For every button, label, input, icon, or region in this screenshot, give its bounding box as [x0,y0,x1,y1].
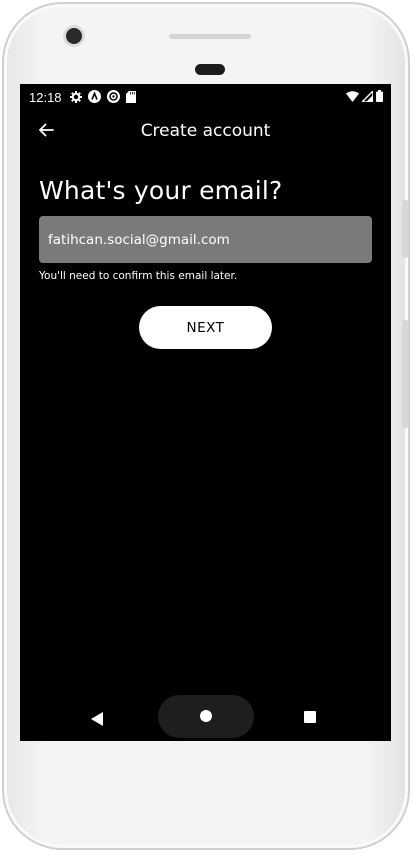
status-notification-icons [70,90,136,106]
app-bar: Create account [20,114,391,150]
sd-card-icon [126,90,136,106]
at-circle-icon [107,90,120,106]
nav-home-button[interactable] [158,695,254,738]
proximity-sensor [169,34,251,39]
a-circle-icon [88,90,101,106]
home-circle-icon [200,710,212,722]
wifi-icon [346,90,359,105]
triangle-back-icon [91,712,103,726]
volume-button [402,320,408,428]
status-system-icons [346,89,383,105]
page-title: Create account [140,121,271,141]
nav-back-button[interactable] [90,711,106,727]
screen: 12:18 Create account What's your email? … [20,84,391,741]
front-camera [66,28,82,44]
status-bar: 12:18 [20,84,391,110]
gear-icon [70,90,82,106]
email-helper-text: You'll need to confirm this email later. [39,270,238,282]
earpiece-speaker [195,64,225,75]
square-recents-icon[interactable] [304,711,316,723]
status-time: 12:18 [29,90,62,105]
signal-icon [360,89,374,105]
battery-icon [376,90,383,105]
next-button[interactable]: NEXT [139,306,272,349]
email-heading: What's your email? [39,176,283,205]
system-nav-bar [20,695,391,741]
power-button [402,200,408,258]
email-field[interactable] [39,216,372,263]
